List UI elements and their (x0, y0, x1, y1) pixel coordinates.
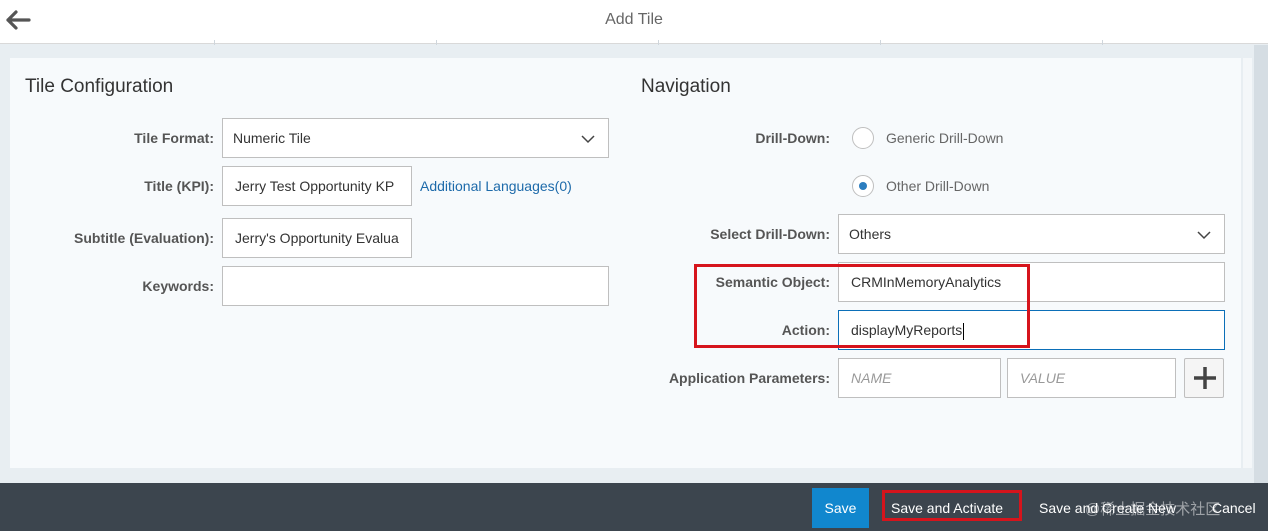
additional-languages-link[interactable]: Additional Languages(0) (420, 178, 572, 194)
select-drill-down-select[interactable]: Others (838, 214, 1225, 254)
tile-configuration-title: Tile Configuration (25, 76, 174, 97)
tile-format-select[interactable]: Numeric Tile (222, 118, 609, 158)
subtitle-input[interactable]: Jerry's Opportunity Evalua (222, 218, 412, 258)
tile-format-label: Tile Format: (134, 130, 214, 146)
header-bar: Add Tile (0, 0, 1268, 44)
page-title: Add Tile (605, 11, 663, 28)
navigation-title: Navigation (641, 76, 731, 97)
tile-format-value: Numeric Tile (233, 130, 311, 146)
radio-button-selected[interactable] (852, 175, 874, 197)
parameter-name-placeholder: NAME (851, 370, 892, 386)
chevron-down-icon (1197, 231, 1211, 240)
radio-label: Generic Drill-Down (886, 130, 1004, 146)
chevron-down-icon (581, 135, 595, 144)
application-parameters-label: Application Parameters: (668, 370, 830, 386)
parameter-value-input[interactable]: VALUE (1007, 358, 1176, 398)
parameter-value-placeholder: VALUE (1020, 370, 1066, 386)
title-kpi-label: Title (KPI): (144, 178, 214, 194)
drill-down-label: Drill-Down: (755, 130, 830, 146)
keywords-label: Keywords: (142, 278, 214, 294)
watermark: @稀土掘金技术社区 (1085, 501, 1221, 518)
title-kpi-input[interactable]: Jerry Test Opportunity KP (222, 166, 412, 206)
radio-other-drill-down[interactable]: Other Drill-Down (852, 175, 1032, 199)
plus-icon (1194, 367, 1216, 389)
subtitle-label: Subtitle (Evaluation): (74, 230, 214, 246)
radio-dot (859, 182, 867, 190)
radio-label: Other Drill-Down (886, 178, 990, 194)
keywords-input[interactable] (222, 266, 609, 306)
select-drill-down-label: Select Drill-Down: (710, 226, 830, 242)
panel-edge (1243, 58, 1252, 468)
radio-button[interactable] (852, 127, 874, 149)
save-button[interactable]: Save (812, 488, 869, 528)
highlight-box (882, 490, 1022, 521)
parameter-name-input[interactable]: NAME (838, 358, 1001, 398)
select-drill-down-value: Others (849, 226, 892, 242)
radio-generic-drill-down[interactable]: Generic Drill-Down (852, 127, 1032, 151)
highlight-box (694, 264, 1030, 348)
scrollbar-track[interactable] (1254, 45, 1268, 483)
add-parameter-button[interactable] (1184, 358, 1224, 398)
